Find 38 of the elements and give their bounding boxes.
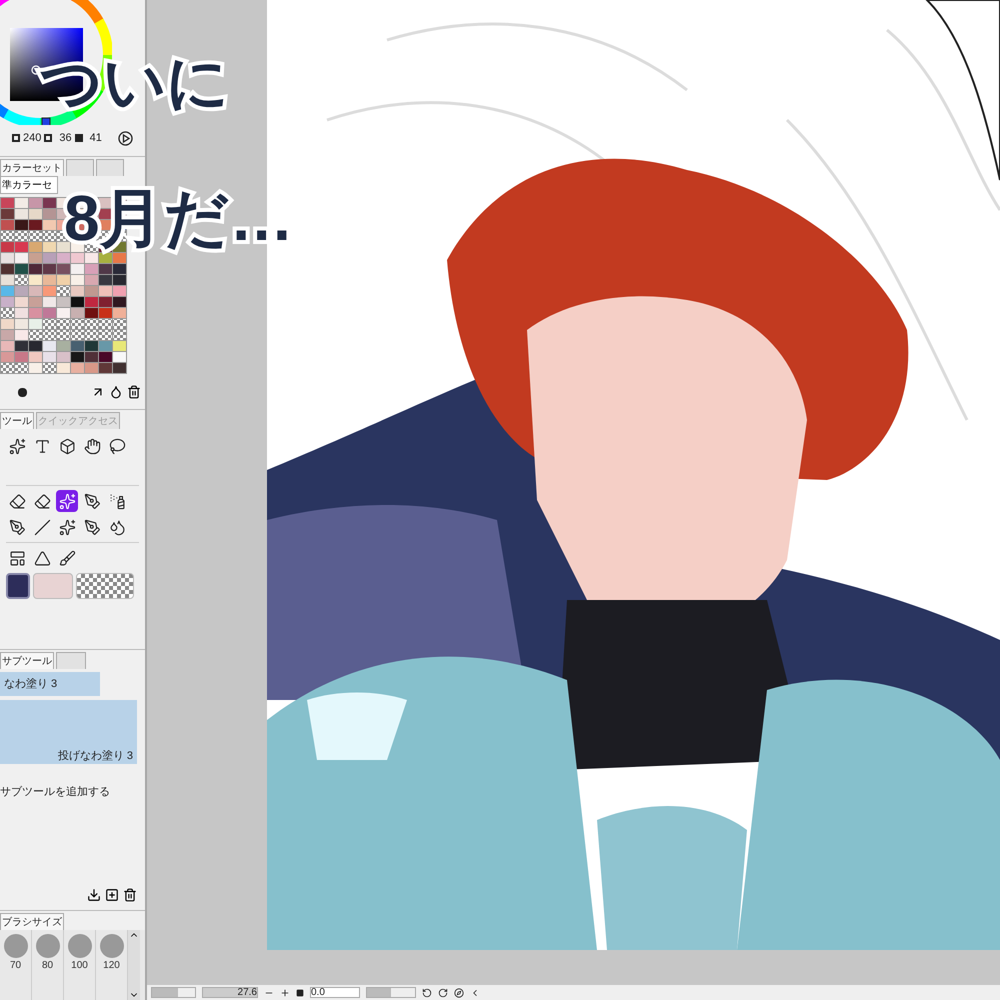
sparkle-icon[interactable] [56,490,78,512]
panel-tab[interactable]: ブラシサイズ [0,913,64,930]
panel-tab[interactable]: サブツール [0,652,54,669]
sub-color-chip[interactable] [33,573,73,599]
saturation-value: 36 [59,130,72,146]
saturation-icon [44,134,52,142]
duplicate-icon [105,888,119,902]
color-set-dropdown[interactable]: 準カラーセ [0,176,58,194]
brush-size-label: 70 [10,959,22,973]
transparent-color-chip[interactable] [76,573,134,599]
panel-tab[interactable]: カラーセット [0,159,64,176]
rotate-left-icon [422,988,432,998]
main-color-chip[interactable] [6,573,30,599]
zoom-slider[interactable] [152,988,178,997]
brush-size-label: 80 [42,959,54,973]
sub-tool-item[interactable]: なわ塗り 3 [0,672,100,696]
trash-icon [127,385,141,399]
trash-icon [123,888,137,902]
download-icon [87,888,101,902]
hue-icon [12,134,20,142]
brush-size-label: 100 [71,959,88,973]
add-sub-tool-link[interactable]: サブツールを追加する [0,784,145,800]
add-color-icon [109,385,123,399]
brush-size-label: 120 [103,959,120,973]
panel-tab[interactable]: ツール [0,412,34,429]
hue-value: 240 [23,130,42,146]
reset-rotation-icon [454,988,464,998]
play-icon[interactable] [118,130,133,146]
brightness-value: 41 [90,130,102,146]
angle-slider[interactable] [367,988,391,997]
zoom-field[interactable]: 27.6 [202,987,258,998]
rotate-right-icon [438,988,448,998]
handwritten-note: 8月だ… [64,186,294,250]
reset-icon [296,988,304,996]
angle-field[interactable]: 0.0 [310,987,360,998]
brightness-icon [74,134,83,142]
sub-tool-item[interactable]: 投げなわ塗り 3 [0,700,137,764]
zoom-in-icon [280,988,290,998]
